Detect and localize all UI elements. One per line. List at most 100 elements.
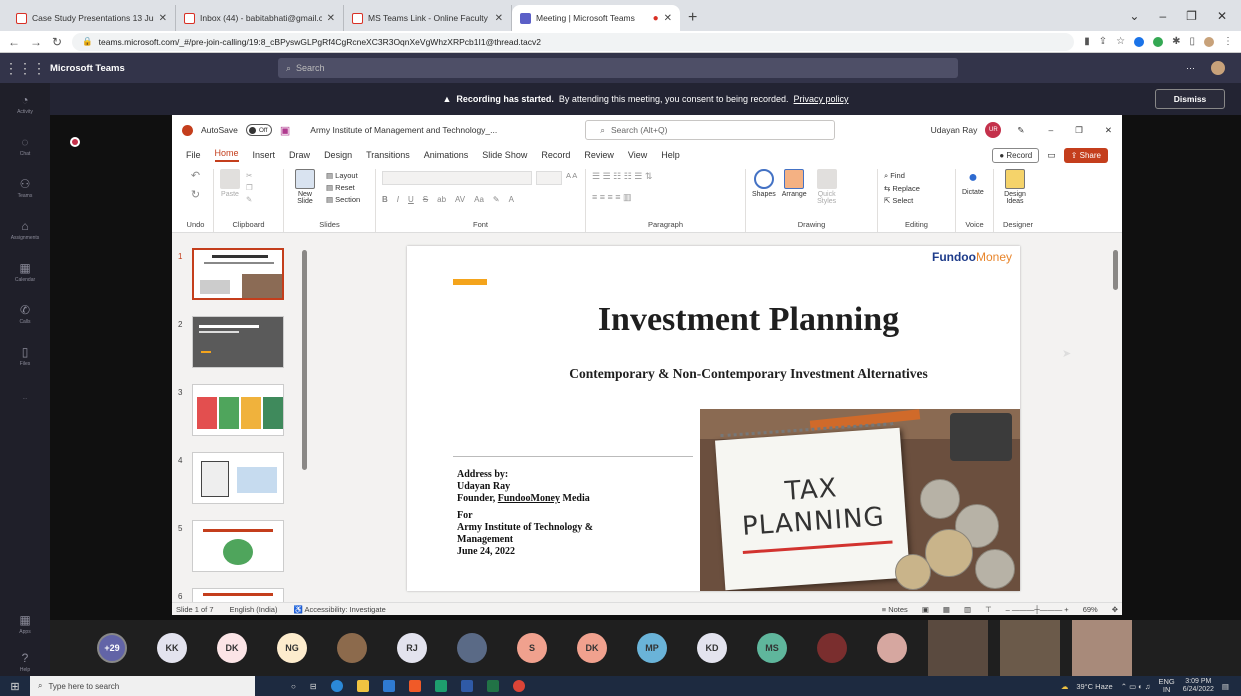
participant-avatar[interactable]: DK bbox=[577, 633, 607, 663]
zoom-slider[interactable]: – ———┼——— + bbox=[1006, 605, 1069, 614]
list-buttons[interactable]: ☰ ☰ ☷ ☷ ☰ ⇅ bbox=[592, 171, 652, 182]
puzzle-icon[interactable]: ✱ bbox=[1172, 36, 1180, 47]
edge-icon[interactable] bbox=[330, 680, 343, 692]
layout-button[interactable]: ▤ Layout bbox=[326, 171, 360, 180]
shapes-button[interactable]: Shapes bbox=[752, 169, 776, 198]
reset-button[interactable]: ▤ Reset bbox=[326, 183, 360, 192]
participant-avatar[interactable] bbox=[817, 633, 847, 663]
more-participants-badge[interactable]: +29 bbox=[97, 633, 127, 663]
quick-styles-button[interactable]: Quick Styles bbox=[813, 169, 841, 205]
participant-avatar[interactable]: KK bbox=[157, 633, 187, 663]
record-button[interactable]: ● Record bbox=[992, 147, 1040, 163]
font-name-box[interactable] bbox=[382, 171, 532, 185]
close-window-button[interactable]: ✕ bbox=[1217, 9, 1227, 23]
select-button[interactable]: ⇱ Select bbox=[884, 196, 920, 205]
restore-button[interactable]: ❐ bbox=[1075, 125, 1083, 136]
participant-video-tile[interactable] bbox=[928, 620, 988, 676]
replace-button[interactable]: ⇆ Replace bbox=[884, 184, 920, 193]
tab-draw[interactable]: Draw bbox=[289, 150, 310, 160]
participant-avatar[interactable] bbox=[337, 633, 367, 663]
tab-design[interactable]: Design bbox=[324, 150, 352, 160]
widgets-icon[interactable]: ⊟ bbox=[310, 682, 317, 691]
tab-slide-show[interactable]: Slide Show bbox=[482, 150, 527, 160]
chrome-icon[interactable] bbox=[512, 680, 525, 692]
close-tab-icon[interactable]: ✕ bbox=[664, 13, 672, 24]
participant-avatar[interactable]: DK bbox=[217, 633, 247, 663]
reload-icon[interactable]: ↻ bbox=[52, 35, 62, 49]
language-status[interactable]: English (India) bbox=[230, 605, 278, 614]
forward-icon[interactable]: → bbox=[30, 35, 42, 49]
rail-more[interactable]: ... bbox=[0, 377, 50, 419]
bookmark-star-icon[interactable]: ☆ bbox=[1116, 36, 1125, 47]
font-format-buttons[interactable]: B I U Sab AV Aa ✎ A bbox=[382, 195, 514, 204]
minimize-button[interactable]: – bbox=[1159, 9, 1166, 23]
tab-home[interactable]: Home bbox=[214, 148, 239, 162]
dictate-button[interactable]: ● Dictate bbox=[962, 169, 984, 196]
zoom-level[interactable]: 69% bbox=[1083, 605, 1098, 614]
share-button[interactable]: ⇪ Share bbox=[1063, 147, 1108, 163]
participant-avatar[interactable]: NG bbox=[277, 633, 307, 663]
slide-scrollbar[interactable] bbox=[1113, 250, 1118, 290]
camera-icon[interactable]: ▮ bbox=[1084, 36, 1090, 47]
task-view-icon[interactable]: ○ bbox=[291, 682, 296, 691]
windows-start-icon[interactable]: ⊞ bbox=[0, 680, 30, 693]
tab-search-icon[interactable]: ⌄ bbox=[1129, 9, 1139, 23]
browser-tab[interactable]: Inbox (44) - babitabhati@gmail.c ✕ bbox=[176, 5, 344, 31]
slide-canvas[interactable]: FundooMoney Investment Planning Contempo… bbox=[407, 246, 1020, 591]
browser-tab-active[interactable]: Meeting | Microsoft Teams ● ✕ bbox=[512, 5, 680, 31]
clock[interactable]: 3:09 PM 6/24/2022 bbox=[1183, 678, 1214, 694]
tab-animations[interactable]: Animations bbox=[424, 150, 469, 160]
participant-avatar[interactable] bbox=[877, 633, 907, 663]
app-launcher-icon[interactable]: ⋮⋮⋮ bbox=[0, 60, 50, 77]
rail-calls[interactable]: ✆ Calls bbox=[0, 293, 50, 335]
menu-icon[interactable]: ⋮ bbox=[1223, 36, 1233, 47]
participant-avatar[interactable]: MS bbox=[757, 633, 787, 663]
thumbnail-scrollbar[interactable] bbox=[302, 250, 307, 470]
tray-icons[interactable]: ⌃ ▭ ◐ ♫ bbox=[1121, 682, 1151, 691]
taskbar-search[interactable]: ⌕ Type here to search bbox=[30, 676, 255, 696]
rail-activity[interactable]: ◔ Activity bbox=[0, 83, 50, 125]
paste-button[interactable]: Paste bbox=[220, 169, 240, 198]
notification-icon[interactable]: ▤ bbox=[1222, 682, 1229, 691]
close-tab-icon[interactable]: ✕ bbox=[159, 13, 167, 24]
slide-thumbnail[interactable]: 3 bbox=[172, 384, 307, 442]
rail-calendar[interactable]: ▦ Calendar bbox=[0, 251, 50, 293]
slide-thumbnail[interactable]: 4 bbox=[172, 452, 307, 510]
rail-apps[interactable]: ▦ Apps bbox=[0, 603, 50, 645]
rail-files[interactable]: ▯ Files bbox=[0, 335, 50, 377]
participant-avatar[interactable]: S bbox=[517, 633, 547, 663]
user-avatar[interactable] bbox=[1209, 59, 1227, 77]
cut-icon[interactable]: ✂ bbox=[246, 171, 253, 180]
participant-avatar[interactable] bbox=[457, 633, 487, 663]
close-tab-icon[interactable]: ✕ bbox=[495, 13, 503, 24]
privacy-policy-link[interactable]: Privacy policy bbox=[794, 94, 849, 104]
autosave-toggle[interactable]: Off bbox=[245, 124, 272, 136]
participant-video-tile[interactable] bbox=[1000, 620, 1060, 676]
ppt-user-avatar[interactable]: UR bbox=[985, 122, 1002, 138]
back-icon[interactable]: ← bbox=[8, 35, 20, 49]
format-painter-icon[interactable]: ✎ bbox=[246, 195, 253, 204]
arrange-button[interactable]: Arrange bbox=[782, 169, 807, 198]
ppt-search-input[interactable]: ⌕ Search (Alt+Q) bbox=[585, 120, 836, 140]
weather-text[interactable]: 39°C Haze bbox=[1076, 682, 1112, 691]
tab-transitions[interactable]: Transitions bbox=[366, 150, 410, 160]
extension-icon[interactable] bbox=[1153, 36, 1164, 47]
tab-view[interactable]: View bbox=[628, 150, 647, 160]
profile-avatar[interactable] bbox=[1204, 36, 1214, 47]
app-icon[interactable] bbox=[408, 680, 421, 692]
reading-view-icon[interactable]: ▥ bbox=[964, 605, 971, 614]
extension-icon[interactable] bbox=[1134, 36, 1145, 47]
tab-file[interactable]: File bbox=[186, 150, 201, 160]
close-tab-icon[interactable]: ✕ bbox=[327, 13, 335, 24]
excel-icon[interactable] bbox=[486, 680, 499, 692]
slide-thumbnail[interactable]: 1 bbox=[172, 248, 307, 306]
more-options-icon[interactable]: ··· bbox=[1186, 63, 1195, 73]
teams-search-input[interactable]: ⌕ Search bbox=[278, 58, 958, 78]
rail-assignments[interactable]: ⌂ Assignments bbox=[0, 209, 50, 251]
restore-button[interactable]: ❐ bbox=[1186, 9, 1197, 23]
design-ideas-button[interactable]: Design Ideas bbox=[1000, 169, 1030, 205]
url-field[interactable]: 🔒 teams.microsoft.com/_#/pre-join-callin… bbox=[72, 32, 1075, 51]
sorter-view-icon[interactable]: ▦ bbox=[943, 605, 950, 614]
app-icon[interactable] bbox=[434, 680, 447, 692]
slide-thumbnail[interactable]: 5 bbox=[172, 520, 307, 578]
